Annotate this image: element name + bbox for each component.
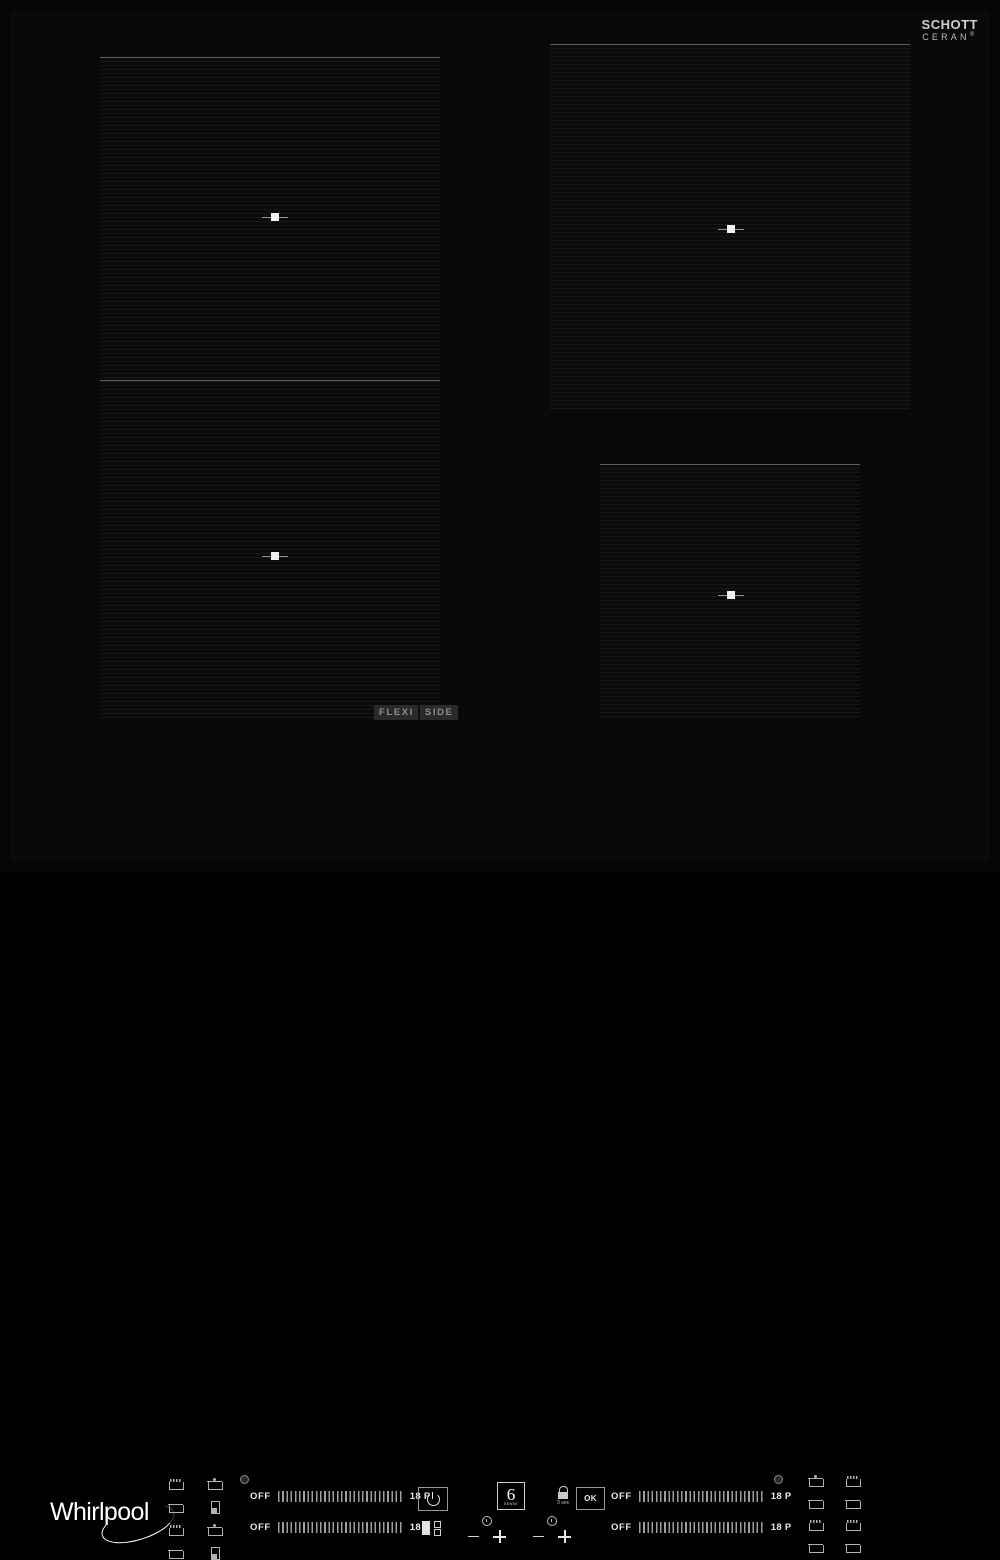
whirlpool-logo: Whirlpool bbox=[50, 1497, 180, 1551]
timer-minus-button[interactable] bbox=[468, 1535, 479, 1538]
side-label: SIDE bbox=[419, 705, 458, 720]
pot-icon bbox=[808, 1497, 824, 1510]
slider-right-lower[interactable]: OFF 18 P bbox=[611, 1522, 792, 1533]
sixth-sense-button[interactable]: 6 SENSE bbox=[497, 1482, 525, 1510]
power-icon bbox=[426, 1491, 440, 1506]
led-indicator-icon bbox=[240, 1475, 249, 1484]
slider-off-label: OFF bbox=[611, 1491, 632, 1502]
zone-center-marker bbox=[262, 213, 288, 222]
cookware-icon-grid-left bbox=[168, 1478, 223, 1560]
timer-plus-button[interactable] bbox=[493, 1530, 506, 1543]
ok-label: OK bbox=[584, 1494, 597, 1503]
timer-plus-button[interactable] bbox=[558, 1530, 571, 1543]
schott-ceran-logo: SCHOTT CERAN® bbox=[922, 18, 978, 42]
pot-lid-icon bbox=[808, 1475, 824, 1488]
pot-wide-icon bbox=[845, 1541, 861, 1554]
slider-left-upper[interactable]: OFF 18 P bbox=[250, 1491, 431, 1502]
pan-icon bbox=[845, 1475, 861, 1488]
zone-center-marker bbox=[718, 591, 744, 600]
clock-icon bbox=[547, 1516, 557, 1526]
flexi-label: FLEXI bbox=[374, 705, 418, 720]
slider-off-label: OFF bbox=[250, 1491, 271, 1502]
slider-off-label: OFF bbox=[611, 1522, 632, 1533]
zone-center-marker bbox=[718, 225, 744, 234]
sixth-sense-caption: SENSE bbox=[503, 1501, 519, 1506]
slider-max-label: 18 P bbox=[770, 1491, 792, 1502]
slider-track[interactable] bbox=[277, 1522, 403, 1533]
schott-text: SCHOTT bbox=[921, 17, 978, 32]
flexi-zone-area[interactable] bbox=[100, 57, 440, 719]
slider-track[interactable] bbox=[638, 1491, 764, 1502]
tall-pot-icon bbox=[207, 1501, 222, 1514]
pot-icon bbox=[168, 1501, 184, 1514]
lock-hint-label: 3 sec bbox=[557, 1500, 570, 1506]
slider-track[interactable] bbox=[638, 1522, 764, 1533]
slider-left-lower[interactable]: OFF 18 P bbox=[250, 1522, 431, 1533]
pot-icon bbox=[808, 1541, 824, 1554]
pot-wide-icon bbox=[845, 1497, 861, 1510]
slider-track[interactable] bbox=[277, 1491, 403, 1502]
lock-button[interactable]: 3 sec bbox=[557, 1486, 569, 1506]
pot-lid-icon bbox=[207, 1524, 223, 1537]
ok-button[interactable]: OK bbox=[576, 1487, 605, 1510]
pan-icon bbox=[168, 1478, 184, 1491]
clock-icon bbox=[482, 1516, 492, 1526]
led-indicator-icon bbox=[774, 1475, 783, 1484]
power-button[interactable] bbox=[418, 1487, 448, 1511]
slider-right-upper[interactable]: OFF 18 P bbox=[611, 1491, 792, 1502]
pan-wide-icon bbox=[845, 1519, 861, 1532]
slider-off-label: OFF bbox=[250, 1522, 271, 1533]
ceran-text: CERAN® bbox=[922, 31, 978, 42]
pan-icon bbox=[168, 1524, 184, 1537]
flexi-zone-divider bbox=[100, 380, 440, 381]
pot-lid-icon bbox=[207, 1478, 223, 1491]
timer-minus-button[interactable] bbox=[533, 1535, 544, 1538]
flexi-side-badge: FLEXI SIDE bbox=[374, 705, 458, 720]
timer-left bbox=[468, 1516, 506, 1543]
sixth-sense-digit: 6 bbox=[506, 1484, 516, 1504]
tall-pot-icon bbox=[207, 1547, 222, 1560]
control-panel: Whirlpool OFF 18 P OFF 18 P OFF 18 P OFF… bbox=[10, 730, 990, 1560]
slider-max-label: 18 P bbox=[770, 1522, 792, 1533]
cookware-icon-grid-right bbox=[808, 1475, 861, 1554]
bridge-zone-icon[interactable] bbox=[422, 1521, 444, 1536]
induction-hob: SCHOTT CERAN® FLEXI SIDE Whirlpool OFF 1… bbox=[0, 0, 1000, 1560]
timer-right bbox=[533, 1516, 571, 1543]
pot-icon bbox=[168, 1547, 184, 1560]
pan-icon bbox=[808, 1519, 824, 1532]
zone-center-marker bbox=[262, 552, 288, 561]
